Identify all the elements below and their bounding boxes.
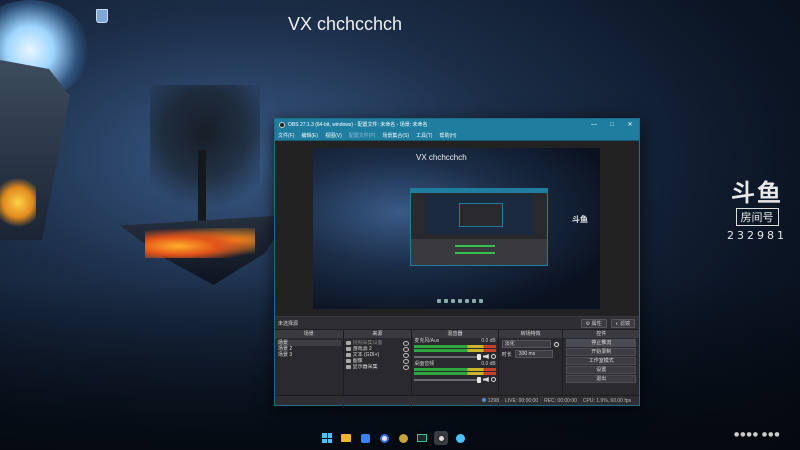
menu-tools[interactable]: 工具(T) [416,132,432,139]
rec-timer: REC: 00:00:00 [544,397,577,404]
menu-edit[interactable]: 编辑(E) [301,132,318,139]
gamepad-icon [345,347,351,351]
windows-start-icon[interactable] [320,431,334,445]
menu-scene-collection[interactable]: 场景集合(S) [382,132,409,139]
nested-obs-preview [410,188,548,266]
live-timer: LIVE: 00:00:00 [505,397,539,404]
channel-name: 桌面音频 [414,361,435,367]
volume-slider[interactable] [414,353,481,360]
game-icon[interactable] [396,431,410,445]
preview-canvas[interactable]: VX chchcchch 斗鱼 [313,148,600,309]
source-toolbar: 未选择源 ⚙ 属性 ◐ 滤镜 [275,317,639,330]
transition-select[interactable]: 淡化 [501,340,552,348]
volume-meter [414,345,496,348]
obs-window: OBS 27.1.3 (64-bit, windows) - 配置文件: 未命名… [274,118,640,408]
studio-mode-button[interactable]: 工作室模式 [566,357,636,365]
browser-icon[interactable] [377,431,391,445]
exit-button[interactable]: 退出 [566,375,636,383]
settings-button[interactable]: 设置 [566,366,636,374]
mixer-channel-mic: 麦克风/Aux 0.0 dB [414,338,496,360]
visibility-icon[interactable] [403,340,410,346]
scenes-header: 场景 [275,330,343,338]
recycle-bin-icon[interactable] [93,7,109,23]
transitions-header: 转场特效 [498,330,563,338]
source-item[interactable]: 显示器采集 [345,364,410,370]
channel-level: 0.0 dB [481,361,496,367]
taskbar [320,428,467,448]
preview-taskbar [425,299,495,304]
douyu-watermark: 斗鱼 房间号 232981 [722,180,792,242]
monitor-icon [345,365,351,369]
menu-profile[interactable]: 配置文件(P) [349,132,376,139]
menu-view[interactable]: 视图(V) [325,132,342,139]
no-source-selected: 未选择源 [278,320,299,327]
text-icon [345,353,351,357]
window-title: OBS 27.1.3 (64-bit, windows) - 配置文件: 未命名… [288,122,428,128]
dropped-frames: 1298 [481,397,499,404]
close-button[interactable]: ✕ [621,121,639,128]
gear-icon[interactable] [490,354,496,359]
system-tray[interactable]: ●●●● ●●● [734,431,781,438]
duration-label: 时长 [501,351,512,358]
channel-name: 麦克风/Aux [414,338,440,344]
filters-button[interactable]: ◐ 滤镜 [610,318,635,328]
volume-meter [414,368,496,371]
cpu-usage: CPU: 1.9%, 60.00 fps [582,397,631,404]
status-bar: 1298 LIVE: 00:00:00 REC: 00:00:00 CPU: 1… [275,395,639,405]
chat-icon[interactable] [453,431,467,445]
sources-header: 来源 [343,330,412,338]
tree-trunk [198,150,206,230]
lantern-glow [0,175,36,230]
file-explorer-icon[interactable] [339,431,353,445]
menu-bar: 文件(F) 编辑(E) 视图(V) 配置文件(P) 场景集合(S) 工具(T) … [275,130,639,141]
controls-header: 控件 [563,330,639,338]
gear-icon[interactable] [554,341,560,347]
maximize-button[interactable]: □ [603,122,621,128]
obs-titlebar[interactable]: OBS 27.1.3 (64-bit, windows) - 配置文件: 未命名… [275,119,639,130]
obs-icon[interactable] [434,431,448,445]
visibility-icon[interactable] [403,352,410,358]
overlay-title: VX chchcchch [288,14,403,34]
island-fire [145,228,255,258]
speaker-icon[interactable] [482,377,489,382]
channel-level: 0.0 dB [481,338,496,344]
preview-title: VX chchcchch [416,153,467,162]
douyu-logo: 斗鱼 [731,179,783,207]
volume-slider[interactable] [414,376,481,383]
image-icon [345,359,351,363]
volume-meter [414,372,496,375]
properties-button[interactable]: ⚙ 属性 [580,318,607,328]
speaker-icon[interactable] [482,354,489,359]
mixer-channel-desktop: 桌面音频 0.0 dB [414,361,496,383]
minimize-button[interactable]: — [585,122,603,128]
visibility-icon[interactable] [403,358,410,364]
menu-help[interactable]: 帮助(H) [439,132,456,139]
duration-input[interactable]: 300 ms [514,350,553,358]
scene-item[interactable]: 场景 3 [277,352,341,358]
preview-logo: 斗鱼 [572,215,588,224]
menu-file[interactable]: 文件(F) [278,132,294,139]
visibility-icon[interactable] [403,364,410,370]
visibility-icon[interactable] [403,346,410,352]
room-number: 232981 [727,229,787,242]
obs-app-icon [279,121,285,128]
mixer-header: 混音器 [412,330,498,338]
terminal-icon[interactable] [415,431,429,445]
gear-icon[interactable] [490,377,496,382]
app-icon[interactable] [358,431,372,445]
room-label: 房间号 [735,208,779,226]
stop-streaming-button[interactable]: 停止推流 [566,339,636,347]
start-recording-button[interactable]: 开始录制 [566,348,636,356]
volume-meter [414,349,496,352]
camera-icon [345,341,351,345]
preview-area: VX chchcchch 斗鱼 [275,141,639,317]
